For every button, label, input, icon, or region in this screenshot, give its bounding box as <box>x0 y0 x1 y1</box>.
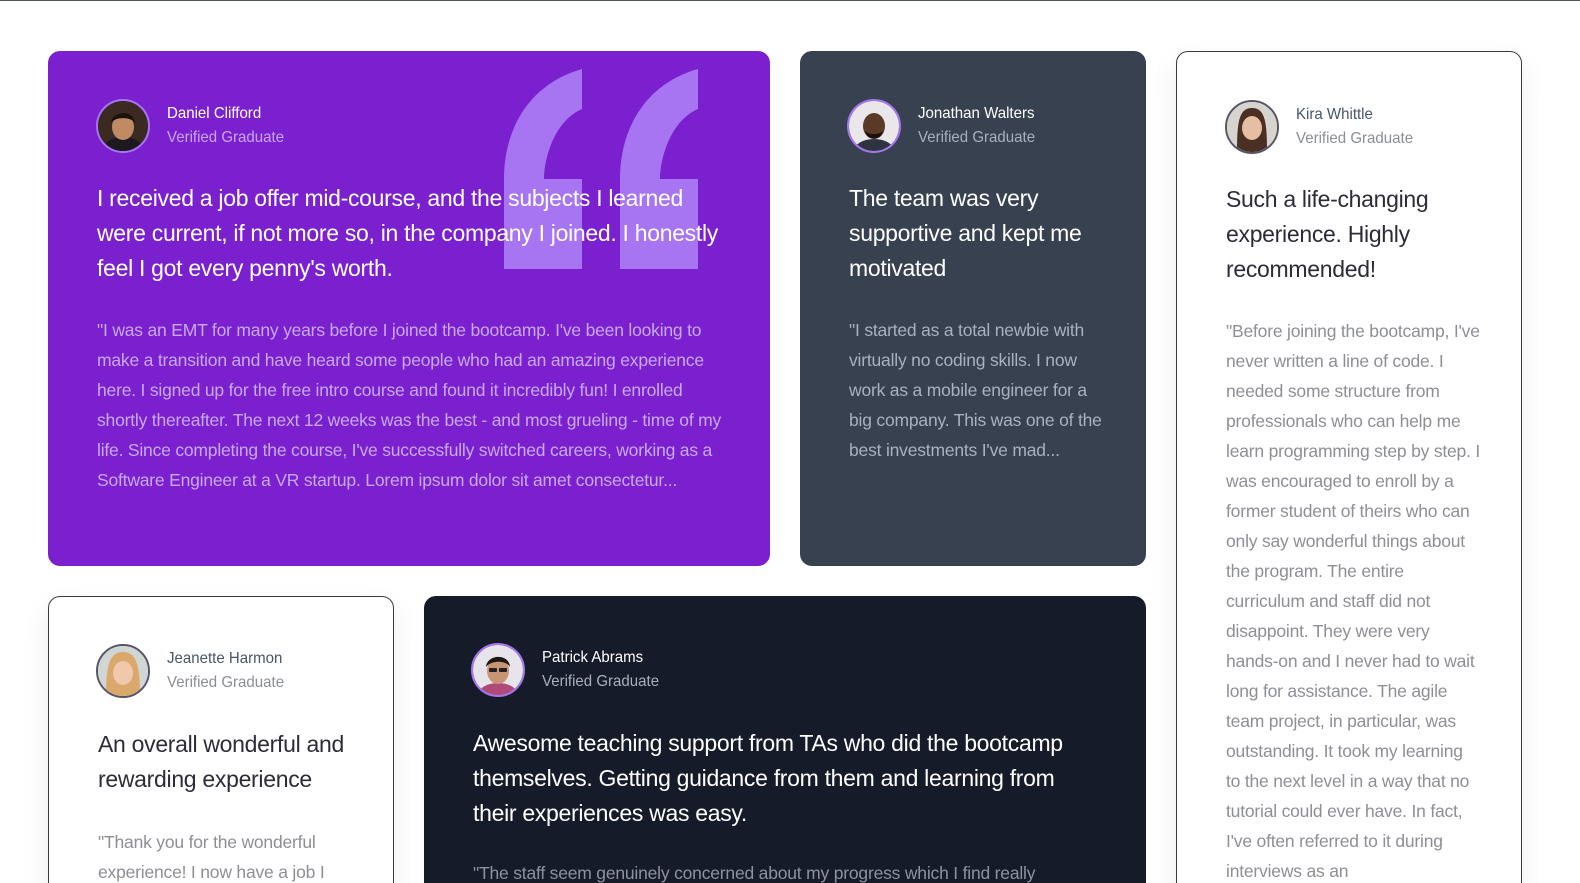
author-info: Patrick Abrams Verified Graduate <box>471 643 667 697</box>
author-name: Jeanette Harmon <box>167 650 283 667</box>
testimonial-body: "I started as a total newbie with virtua… <box>849 320 1102 460</box>
author-role: Verified Graduate <box>918 129 1036 146</box>
testimonial-headline: I received a job offer mid-course, and t… <box>97 185 718 281</box>
author-info: Jonathan Walters Verified Graduate <box>847 99 1043 153</box>
author-role: Verified Graduate <box>542 673 660 690</box>
testimonial-card-jeanette: Jeanette Harmon Verified Graduate An ove… <box>48 596 394 883</box>
author-info: Jeanette Harmon Verified Graduate <box>96 644 292 698</box>
testimonial-headline: Awesome teaching support from TAs who di… <box>473 730 1063 826</box>
author-info: Daniel Clifford Verified Graduate <box>96 99 292 153</box>
avatar <box>847 99 901 153</box>
author-role: Verified Graduate <box>1296 130 1414 147</box>
avatar <box>96 99 150 153</box>
author-name: Daniel Clifford <box>167 105 262 122</box>
author-name: Patrick Abrams <box>542 649 644 666</box>
testimonial-body: "Thank you for the wonderful experience!… <box>98 832 325 882</box>
author-name: Jonathan Walters <box>918 105 1035 122</box>
testimonial-body: "I was an EMT for many years before I jo… <box>97 320 722 490</box>
avatar <box>96 644 150 698</box>
testimonial-body: "Before joining the bootcamp, I've never… <box>1226 321 1481 881</box>
testimonial-card-daniel: Daniel Clifford Verified Graduate I rece… <box>48 51 770 566</box>
author-role: Verified Graduate <box>167 674 285 691</box>
avatar <box>1225 100 1279 154</box>
author-name: Kira Whittle <box>1296 106 1373 123</box>
author-info: Kira Whittle Verified Graduate <box>1225 100 1421 154</box>
testimonial-card-patrick: Patrick Abrams Verified Graduate Awesome… <box>424 596 1146 883</box>
avatar <box>471 643 525 697</box>
testimonial-headline: Such a life-changing experience. Highly … <box>1226 186 1429 282</box>
testimonial-headline: The team was very supportive and kept me… <box>849 185 1082 281</box>
testimonial-headline: An overall wonderful and rewarding exper… <box>98 731 344 792</box>
testimonial-card-jonathan: Jonathan Walters Verified Graduate The t… <box>800 51 1146 566</box>
author-role: Verified Graduate <box>167 129 285 146</box>
testimonial-card-kira: Kira Whittle Verified Graduate Such a li… <box>1176 51 1522 883</box>
testimonial-body: "The staff seem genuinely concerned abou… <box>473 863 1036 883</box>
